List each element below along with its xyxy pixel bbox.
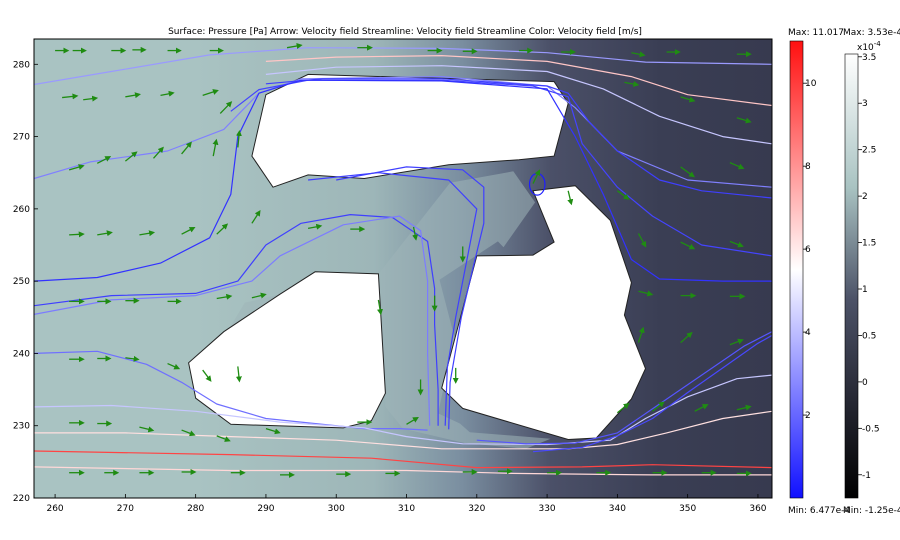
pressure-exponent-label: x10-4	[857, 40, 881, 53]
pressure-colorbar-tick-label: 3	[862, 99, 868, 109]
pressure-min-label: Min: -1.25e-4	[843, 506, 900, 516]
pressure-exponent-power: -4	[874, 40, 882, 48]
x-tick-label: 270	[117, 504, 134, 514]
velocity-colorbar-tick-label: 6	[805, 245, 811, 255]
pressure-colorbar-tick-label: 0	[862, 378, 868, 388]
x-tick-label: 330	[538, 504, 555, 514]
x-tick-label: 260	[46, 504, 63, 514]
y-tick-label: 260	[13, 205, 30, 215]
chart-title: Surface: Pressure [Pa] Arrow: Velocity f…	[168, 27, 642, 37]
velocity-arrow	[69, 231, 85, 238]
velocity-max-label: Max: 11.017	[788, 28, 844, 38]
pressure-colorbar-gradient	[844, 53, 859, 499]
x-tick-label: 310	[398, 504, 415, 514]
velocity-colorbar-ticks: 2 4 6 8 10	[803, 79, 817, 421]
x-tick-label: 290	[257, 504, 274, 514]
y-tick-label: 220	[13, 494, 30, 504]
pressure-colorbar-tick-label: 2.5	[862, 146, 876, 156]
pressure-colorbar-tick-label: 1.5	[862, 239, 876, 249]
pressure-exponent-base: x10	[857, 43, 874, 53]
pressure-colorbar-tick-label: 1	[862, 285, 868, 295]
pressure-colorbar-ticks: 3.5 3 2.5 2 1.5 1 0.5 0 -0.5 -1	[858, 53, 880, 481]
velocity-colorbar: Max: 11.017 2 4 6 8 10 Min: 6.477e-4	[788, 28, 850, 516]
velocity-colorbar-tick-label: 2	[805, 411, 811, 421]
y-tick-label: 270	[13, 133, 30, 143]
velocity-colorbar-tick-label: 8	[805, 162, 811, 172]
pressure-colorbar-tick-label: 0.5	[862, 331, 876, 341]
y-tick-label: 280	[13, 60, 30, 70]
velocity-colorbar-gradient	[789, 40, 804, 499]
pressure-colorbar-tick-label: -0.5	[862, 424, 880, 434]
velocity-colorbar-tick-label: 10	[805, 79, 817, 89]
x-tick-label: 340	[609, 504, 626, 514]
pressure-max-label: Max: 3.53e-4	[843, 28, 900, 38]
x-tick-label: 300	[328, 504, 345, 514]
x-tick-label: 350	[679, 504, 696, 514]
surface-plot: Surface: Pressure [Pa] Arrow: Velocity f…	[13, 27, 900, 516]
pressure-colorbar-tick-label: -1	[862, 471, 871, 481]
pressure-colorbar-tick-label: 2	[862, 192, 868, 202]
y-tick-label: 240	[13, 349, 30, 359]
x-tick-label: 280	[187, 504, 204, 514]
y-tick-label: 230	[13, 422, 30, 432]
plot-area: 260 270 280 290 300 310 320 330 340 350 360 220 230…	[13, 38, 773, 514]
x-tick-label: 320	[468, 504, 485, 514]
pressure-colorbar-tick-label: 3.5	[862, 53, 876, 63]
y-tick-label: 250	[13, 277, 30, 287]
velocity-min-label: Min: 6.477e-4	[788, 506, 850, 516]
velocity-colorbar-tick-label: 4	[805, 328, 811, 338]
x-tick-label: 360	[749, 504, 766, 514]
pressure-colorbar: Max: 3.53e-4 x10-4 3.5 3 2.5 2 1.5 1 0.5 0 -0.5 -…	[843, 28, 900, 516]
